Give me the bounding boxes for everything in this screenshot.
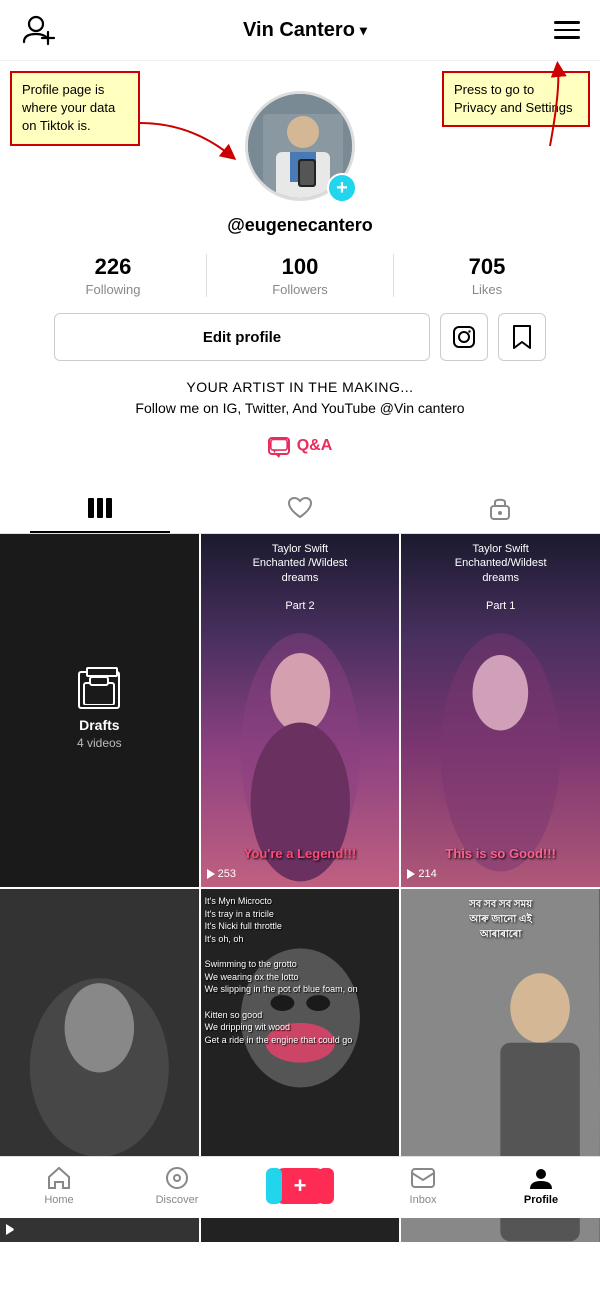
profile-icon [528, 1165, 554, 1191]
menu-button[interactable] [554, 21, 580, 39]
bottom-navigation: Home Discover + Inbox Profile [0, 1156, 600, 1218]
video-item[interactable]: Taylor SwiftEnchanted/WildestdreamsPart … [401, 534, 600, 887]
arrow-right-icon [480, 61, 580, 151]
drafts-item[interactable]: Drafts 4 videos [0, 534, 199, 887]
drafts-label: Drafts [79, 717, 119, 733]
annotation-left: Profile page is where your data on Tikto… [10, 71, 140, 146]
dropdown-arrow-icon: ▾ [360, 22, 367, 39]
nav-profile-label: Profile [524, 1194, 558, 1206]
followers-label: Followers [272, 282, 328, 297]
add-user-icon[interactable] [20, 12, 56, 48]
nav-add[interactable]: + [265, 1168, 335, 1204]
play-icon [407, 869, 415, 879]
drafts-count: 4 videos [77, 736, 122, 750]
bio-line-1: YOUR ARTIST IN THE MAKING... [135, 377, 464, 398]
menu-line [554, 21, 580, 24]
nav-profile[interactable]: Profile [511, 1165, 571, 1206]
top-bar: Vin Cantero ▾ [0, 0, 600, 61]
followers-count: 100 [282, 254, 319, 280]
video-overlay-text-2: সব সব সব সময়আৰু জানো এইআৰাৰাৰো [401, 897, 600, 942]
nav-discover[interactable]: Discover [147, 1165, 207, 1206]
menu-line [554, 29, 580, 32]
instagram-link-button[interactable] [440, 313, 488, 361]
edit-profile-button[interactable]: Edit profile [54, 313, 431, 361]
video-lyrics-text: It's Myn MicroctoIt's tray in a tricileI… [205, 895, 396, 1046]
drafts-icon [78, 671, 120, 709]
profile-area: Profile page is where your data on Tikto… [0, 61, 600, 483]
likes-count: 705 [469, 254, 506, 280]
likes-label: Likes [472, 282, 502, 297]
nav-home-label: Home [44, 1194, 73, 1206]
bio-section: YOUR ARTIST IN THE MAKING... Follow me o… [95, 377, 504, 419]
menu-line [554, 36, 580, 39]
video-grid: Drafts 4 videos Taylor SwiftEnchanted /W… [0, 534, 600, 1242]
video-overlay-text: You're a Legend!!! [201, 846, 400, 861]
inbox-icon [410, 1165, 436, 1191]
video-plays: 214 [407, 868, 436, 880]
content-tabs [0, 483, 600, 534]
tab-videos[interactable] [0, 483, 200, 533]
video-item[interactable]: Taylor SwiftEnchanted /WildestdreamsPart… [201, 534, 400, 887]
qa-label: Q&A [297, 437, 333, 455]
video-plays-row [6, 1224, 14, 1234]
profile-actions-row: Edit profile [54, 313, 547, 361]
nav-inbox[interactable]: Inbox [393, 1165, 453, 1206]
tab-liked[interactable] [200, 483, 400, 533]
likes-stat[interactable]: 705 Likes [393, 254, 580, 297]
profile-handle: @eugenecantero [227, 215, 373, 236]
bookmarks-button[interactable] [498, 313, 546, 361]
following-count: 226 [95, 254, 132, 280]
video-plays: 253 [207, 868, 236, 880]
qa-icon [268, 437, 290, 455]
add-button[interactable]: + [274, 1168, 326, 1204]
profile-username[interactable]: Vin Cantero ▾ [243, 19, 367, 42]
video-overlay-text: This is so Good!!! [401, 846, 600, 861]
avatar-container[interactable]: + [245, 91, 355, 201]
home-icon [46, 1165, 72, 1191]
nav-discover-label: Discover [156, 1194, 199, 1206]
tab-private[interactable] [400, 483, 600, 533]
arrow-left-icon [130, 113, 250, 173]
discover-icon [164, 1165, 190, 1191]
add-to-profile-button[interactable]: + [327, 173, 357, 203]
play-icon [6, 1224, 14, 1234]
nav-home[interactable]: Home [29, 1165, 89, 1206]
add-plus-icon: + [294, 1173, 307, 1199]
following-stat[interactable]: 226 Following [20, 254, 206, 297]
following-label: Following [86, 282, 141, 297]
nav-inbox-label: Inbox [410, 1194, 437, 1206]
bio-line-2: Follow me on IG, Twitter, And YouTube @V… [135, 398, 464, 419]
followers-stat[interactable]: 100 Followers [206, 254, 393, 297]
stats-row: 226 Following 100 Followers 705 Likes [20, 254, 580, 297]
qa-link[interactable]: Q&A [268, 437, 333, 455]
play-icon [207, 869, 215, 879]
